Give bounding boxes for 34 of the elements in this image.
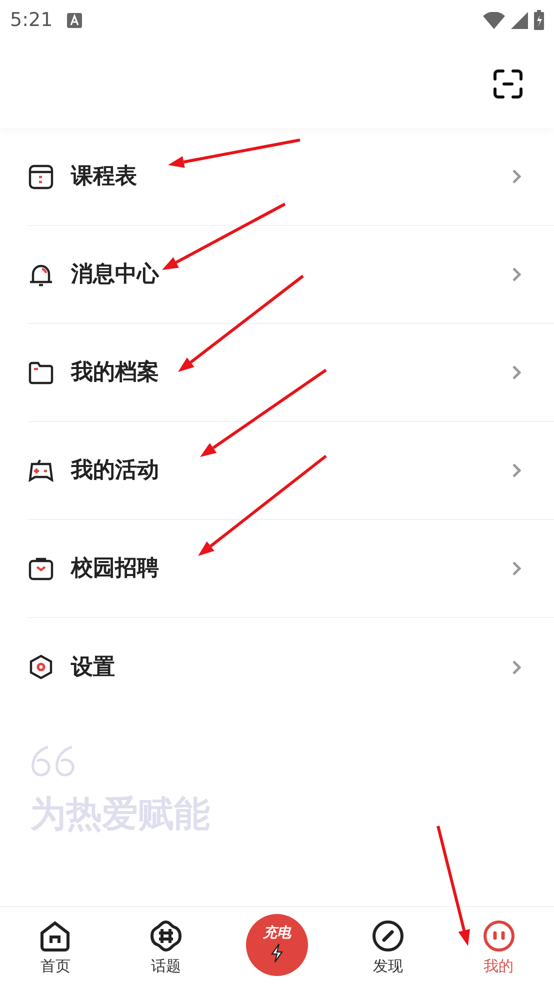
scan-icon[interactable] (492, 68, 524, 100)
hash-icon (149, 919, 184, 954)
menu-label: 我的档案 (71, 358, 159, 387)
menu-label: 消息中心 (71, 260, 159, 289)
nav-tab[interactable]: 发现 (332, 907, 444, 984)
hexagon-icon (28, 654, 54, 680)
calendar-icon (28, 164, 54, 190)
nav-tab[interactable]: 话题 (110, 907, 222, 984)
lightning-icon (270, 943, 284, 963)
compass-icon (370, 919, 405, 954)
battery-icon (534, 10, 544, 30)
house-icon (38, 919, 72, 954)
menu-label: 课程表 (71, 163, 137, 191)
face-icon (482, 919, 516, 954)
chevron-icon (512, 267, 521, 282)
chevron-icon (512, 365, 521, 380)
charge-button[interactable]: 充电 (246, 914, 308, 976)
keyboard-icon (66, 12, 82, 28)
menu-label: 校园招聘 (71, 555, 159, 583)
wifi-icon (483, 12, 505, 28)
signal-icon (511, 12, 528, 28)
folder-icon (28, 360, 54, 386)
status-time: 5:21 (10, 8, 53, 33)
nav-tab[interactable]: 我的 (443, 907, 554, 984)
gamepad-icon (28, 458, 54, 484)
menu-label: 设置 (71, 654, 115, 682)
chevron-icon (512, 561, 521, 576)
briefcase-icon (28, 556, 54, 582)
chevron-icon (512, 660, 521, 674)
menu-item[interactable]: 设置 (28, 618, 554, 716)
chevron-icon (512, 463, 521, 478)
nav-tab[interactable]: 首页 (0, 907, 111, 984)
menu-label: 我的活动 (71, 457, 159, 485)
chevron-icon (512, 169, 521, 184)
